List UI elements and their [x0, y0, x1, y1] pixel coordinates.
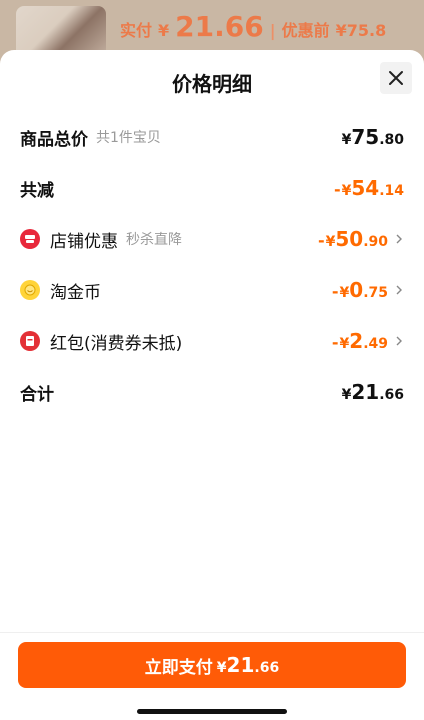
currency-symbol: ¥ [216, 660, 227, 676]
pay-now-button[interactable]: 立即支付 ¥ 21 .66 [18, 642, 406, 688]
red-packet-amount: - ¥ 2 .49 [332, 329, 388, 353]
shop-icon [20, 229, 40, 249]
currency-symbol: ¥ [341, 387, 352, 403]
paid-label: 实付 [120, 21, 153, 40]
close-button[interactable] [380, 62, 412, 94]
sum-label: 合计 [20, 384, 54, 405]
amount-decimal: .80 [379, 132, 404, 148]
coin-value: - ¥ 0 .75 [332, 278, 404, 302]
row-red-packet[interactable]: 红包(消费券未抵) - ¥ 2 .49 [20, 328, 404, 354]
shop-discount-value: - ¥ 50 .90 [318, 227, 404, 251]
minus-sign: - [331, 282, 339, 301]
amount-integer: 75 [351, 125, 380, 149]
shop-discount-label: 店铺优惠 [50, 231, 118, 252]
red-packet-label: 红包(消费券未抵) [50, 333, 183, 354]
reduction-value: - ¥ 54 .14 [334, 176, 404, 200]
chevron-right-icon [396, 234, 402, 244]
red-packet-value: - ¥ 2 .49 [332, 329, 404, 353]
separator: | [269, 21, 276, 40]
pay-button-amount: ¥ 21 .66 [217, 653, 279, 677]
amount-decimal: .14 [379, 183, 404, 199]
amount-integer: 21 [226, 653, 255, 677]
amount-integer: 21 [351, 380, 380, 404]
currency-symbol: ¥ [339, 336, 350, 352]
pay-button-label: 立即支付 [144, 657, 213, 678]
amount-decimal: .49 [363, 336, 388, 352]
background-price: 实付 ¥ 21.66 | 优惠前 ¥75.8 [120, 10, 386, 43]
shop-discount-amount: - ¥ 50 .90 [318, 227, 388, 251]
close-icon [389, 71, 403, 85]
goods-total-label: 商品总价 [20, 129, 88, 150]
sum-value: ¥ 21 .66 [342, 380, 404, 404]
minus-sign: - [317, 231, 325, 250]
price-detail-sheet: 价格明细 商品总价 共1件宝贝 ¥ 75 .80 共减 - ¥ 54 .14 店… [0, 50, 424, 720]
row-sum: 合计 ¥ 21 .66 [20, 379, 404, 405]
chevron-right-icon [396, 336, 402, 346]
amount-decimal: .66 [379, 387, 404, 403]
red-packet-icon [20, 331, 40, 351]
coin-label: 淘金币 [50, 282, 101, 303]
reduction-amount: - ¥ 54 .14 [334, 176, 404, 200]
currency-symbol: ¥ [341, 132, 352, 148]
currency-symbol: ¥ [339, 285, 350, 301]
amount-decimal: .66 [254, 660, 280, 676]
sum-amount: ¥ 21 .66 [342, 380, 404, 404]
currency-symbol: ¥ [341, 183, 352, 199]
amount-decimal: .75 [363, 285, 388, 301]
minus-sign: - [331, 333, 339, 352]
coin-amount: - ¥ 0 .75 [332, 278, 388, 302]
paid-currency: ¥ [158, 21, 170, 40]
amount-integer: 0 [349, 278, 364, 302]
goods-total-amount: ¥ 75 .80 [342, 125, 404, 149]
row-total-reduction: 共减 - ¥ 54 .14 [20, 175, 404, 201]
coin-icon [20, 280, 40, 300]
footer-divider [0, 632, 424, 633]
amount-integer: 50 [335, 227, 364, 251]
reduction-label: 共减 [20, 180, 54, 201]
before-label: 优惠前 [281, 21, 330, 40]
minus-sign: - [333, 180, 341, 199]
sheet-title: 价格明细 [172, 72, 252, 96]
row-shop-discount[interactable]: 店铺优惠 秒杀直降 - ¥ 50 .90 [20, 226, 404, 252]
goods-count: 共1件宝贝 [96, 130, 161, 146]
row-goods-total: 商品总价 共1件宝贝 ¥ 75 .80 [20, 124, 404, 150]
goods-total-value: ¥ 75 .80 [342, 125, 404, 149]
chevron-right-icon [396, 285, 402, 295]
currency-symbol: ¥ [325, 234, 336, 250]
shop-discount-sub: 秒杀直降 [126, 232, 182, 248]
before-amount: ¥75.8 [335, 21, 387, 40]
row-taobao-coin[interactable]: 淘金币 - ¥ 0 .75 [20, 277, 404, 303]
amount-integer: 54 [351, 176, 380, 200]
amount-integer: 2 [349, 329, 364, 353]
amount-decimal: .90 [363, 234, 388, 250]
paid-amount: 21.66 [175, 10, 264, 43]
home-indicator [137, 709, 287, 714]
